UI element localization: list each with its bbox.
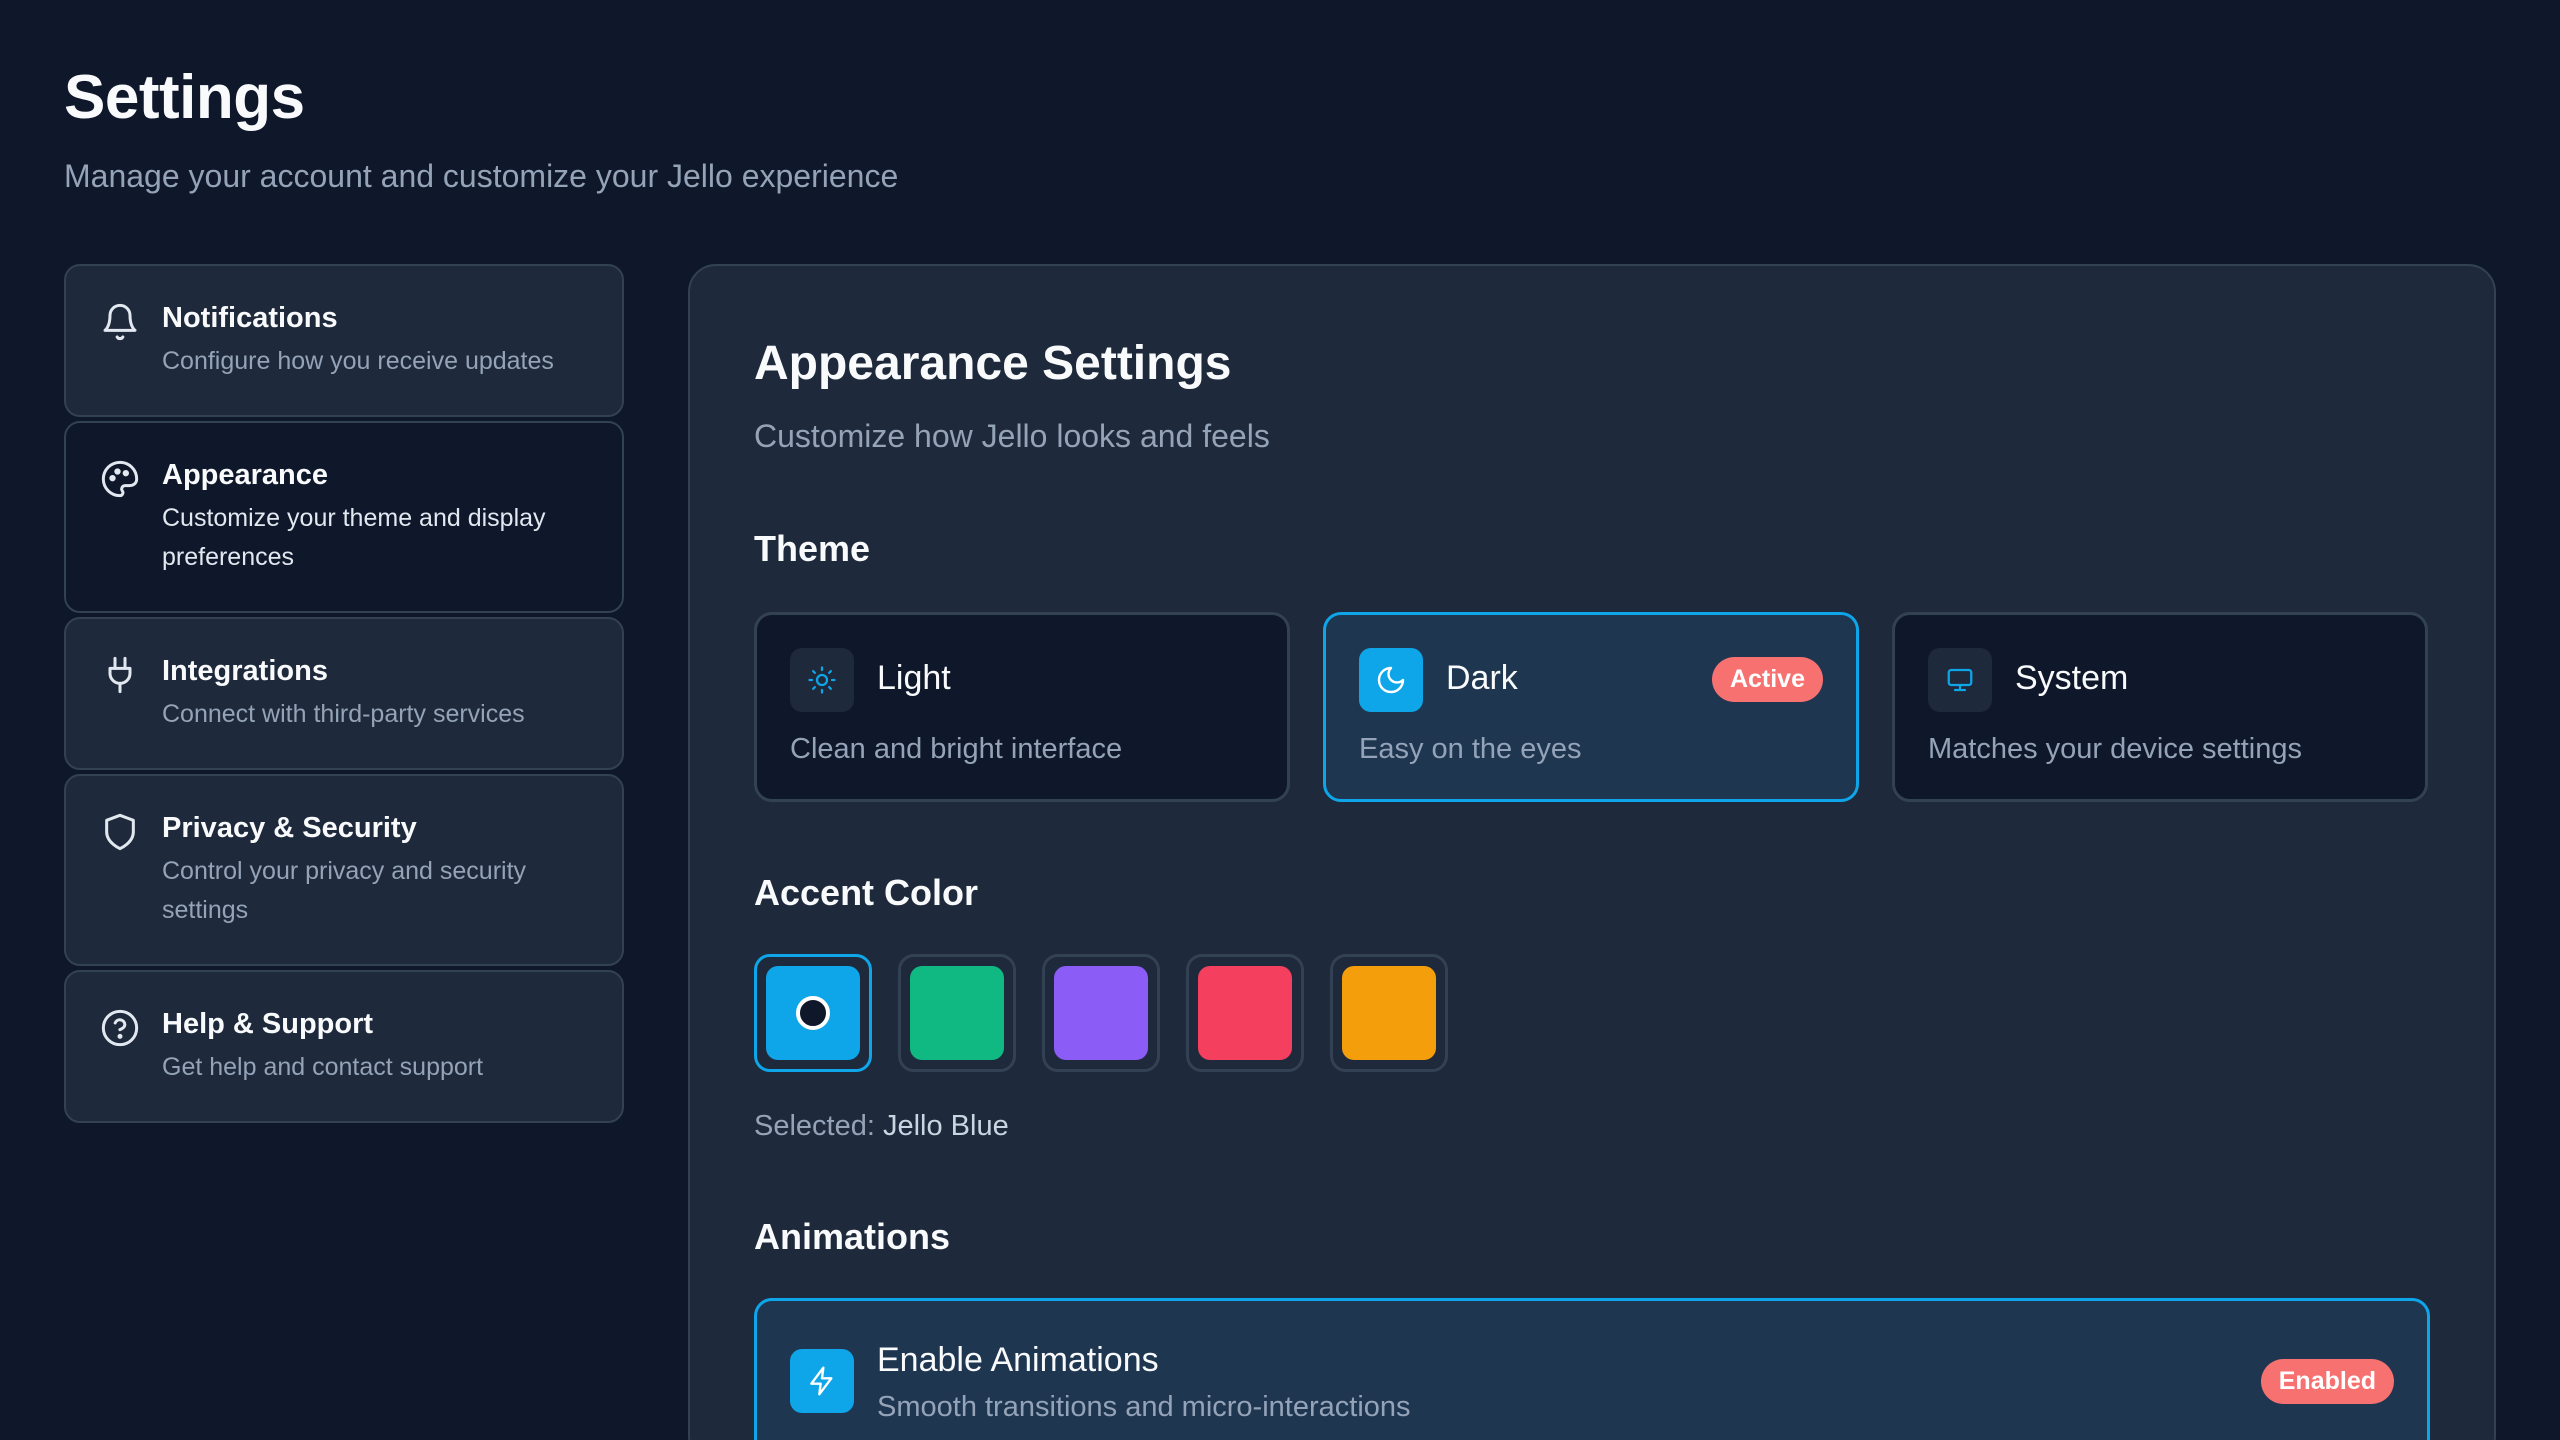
accent-swatch-purple[interactable] (1042, 954, 1160, 1072)
panel-subtitle: Customize how Jello looks and feels (754, 418, 1270, 454)
accent-swatch-fill (1198, 966, 1292, 1060)
selected-accent-value: Jello Blue (882, 1110, 1009, 1142)
selected-accent-label: Selected: (754, 1110, 875, 1142)
theme-option-dark[interactable]: Dark Active Easy on the eyes (1323, 612, 1859, 802)
accent-swatch-fill (766, 966, 860, 1060)
shield-icon (105, 813, 135, 851)
sidebar-item-description: Connect with third-party services (162, 700, 525, 728)
theme-option-name: Light (877, 659, 951, 697)
lightning-icon (790, 1349, 854, 1413)
sidebar-item-description: Customize your theme and display prefere… (162, 504, 546, 571)
sidebar-item-privacy-security[interactable]: Privacy & Security Control your privacy … (64, 774, 624, 966)
theme-section-title: Theme (754, 528, 871, 569)
accent-swatch-pink[interactable] (1186, 954, 1304, 1072)
accent-swatch-blue[interactable] (754, 954, 872, 1072)
selected-accent-text: Selected: Jello Blue (754, 1110, 1009, 1143)
sidebar-item-title: Privacy & Security (162, 812, 417, 844)
sidebar-item-title: Notifications (162, 302, 338, 334)
theme-option-name: Dark (1446, 659, 1518, 697)
accent-swatch-fill (1054, 966, 1148, 1060)
appearance-panel: Appearance Settings Customize how Jello … (688, 264, 2496, 1440)
theme-option-system[interactable]: System Matches your device settings (1892, 612, 2428, 802)
sidebar-item-title: Help & Support (162, 1008, 374, 1040)
help-circle-icon (101, 1009, 139, 1047)
animations-title: Enable Animations (877, 1341, 1159, 1379)
theme-option-light[interactable]: Light Clean and bright interface (754, 612, 1290, 802)
monitor-icon (1928, 648, 1992, 712)
bell-icon (103, 303, 137, 341)
theme-option-description: Matches your device settings (1928, 733, 2302, 765)
accent-section-title: Accent Color (754, 872, 979, 913)
theme-option-name: System (2015, 659, 2129, 697)
animations-section-title: Animations (754, 1216, 951, 1257)
active-badge: Active (1711, 657, 1823, 702)
moon-icon (1359, 648, 1423, 712)
accent-swatch-fill (910, 966, 1004, 1060)
enabled-badge: Enabled (2260, 1359, 2394, 1404)
settings-sidebar: Notifications Configure how you receive … (64, 264, 624, 1127)
selected-indicator-icon (796, 996, 830, 1030)
sidebar-item-title: Integrations (162, 655, 328, 687)
animations-description: Smooth transitions and micro-interaction… (877, 1391, 1411, 1423)
panel-title: Appearance Settings (754, 337, 1232, 390)
sidebar-item-title: Appearance (162, 459, 329, 491)
sidebar-item-integrations[interactable]: Integrations Connect with third-party se… (64, 617, 624, 770)
sidebar-item-help-support[interactable]: Help & Support Get help and contact supp… (64, 970, 624, 1123)
plug-icon (108, 656, 132, 694)
settings-page: Settings Manage your account and customi… (0, 0, 2560, 1440)
sidebar-item-appearance[interactable]: Appearance Customize your theme and disp… (64, 421, 624, 613)
page-title: Settings (64, 63, 305, 132)
palette-icon (101, 460, 139, 498)
theme-option-description: Clean and bright interface (790, 733, 1123, 765)
sidebar-item-description: Control your privacy and security settin… (162, 857, 527, 924)
accent-swatch-green[interactable] (898, 954, 1016, 1072)
enable-animations-toggle[interactable]: Enable Animations Smooth transitions and… (754, 1298, 2430, 1440)
page-subtitle: Manage your account and customize your J… (64, 158, 899, 194)
sidebar-item-description: Get help and contact support (162, 1053, 484, 1081)
accent-swatch-fill (1342, 966, 1436, 1060)
sidebar-item-description: Configure how you receive updates (162, 347, 554, 375)
sun-icon (790, 648, 854, 712)
accent-swatch-orange[interactable] (1330, 954, 1448, 1072)
theme-option-description: Easy on the eyes (1359, 733, 1582, 765)
sidebar-item-notifications[interactable]: Notifications Configure how you receive … (64, 264, 624, 417)
